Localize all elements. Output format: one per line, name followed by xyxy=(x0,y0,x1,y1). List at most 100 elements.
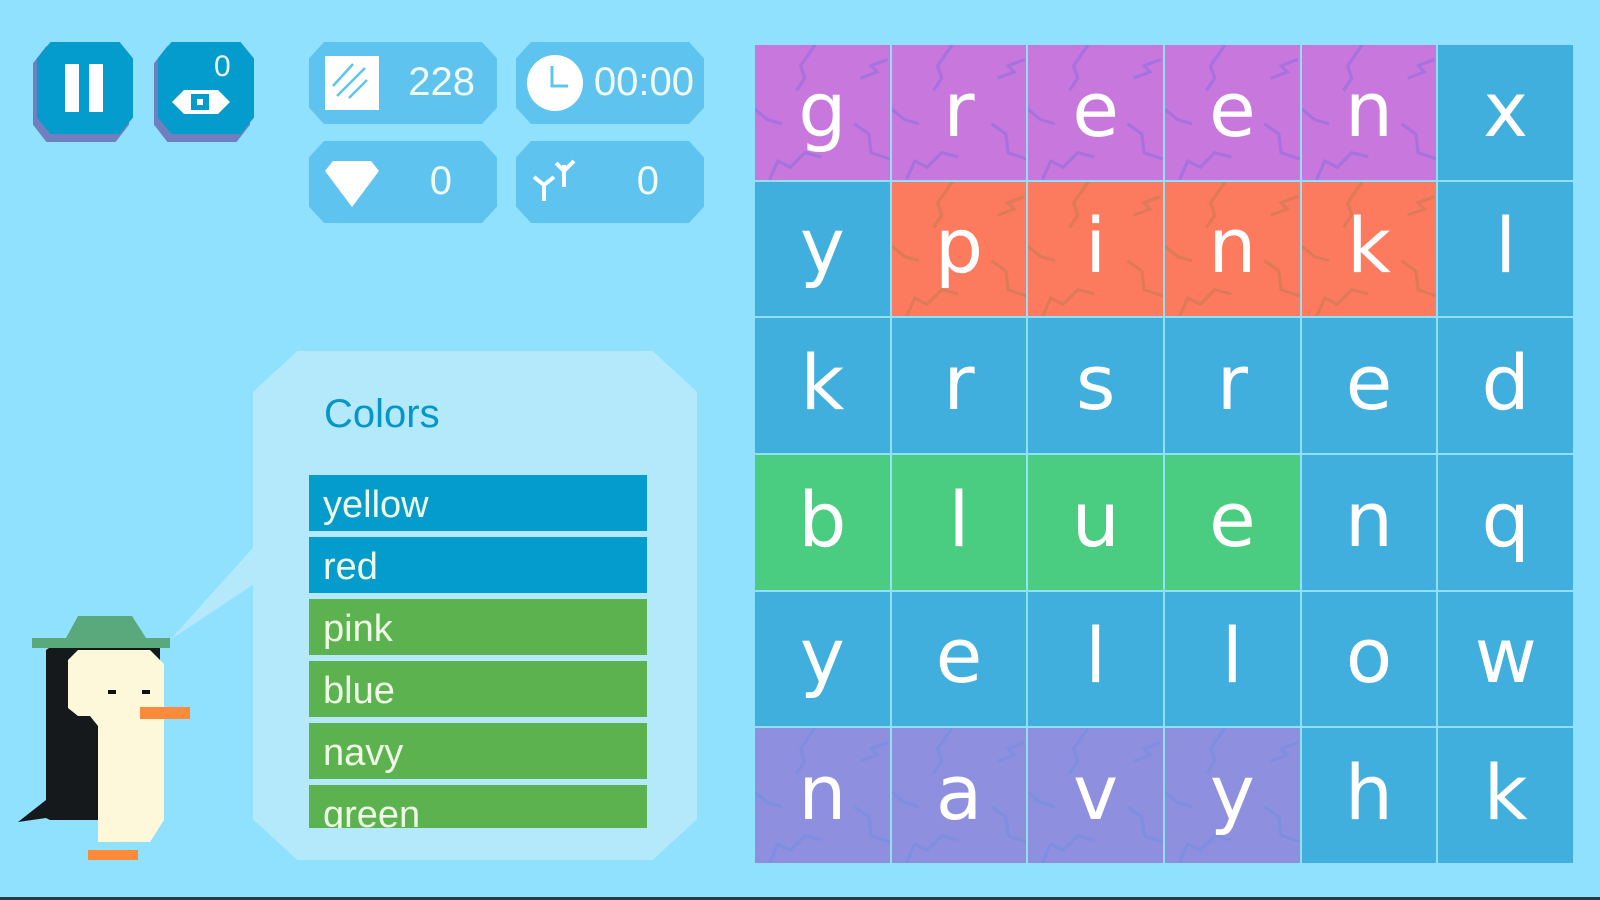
grid-cell-r3-c0[interactable]: b xyxy=(755,455,890,590)
cell-letter: e xyxy=(935,611,983,701)
cell-letter: a xyxy=(935,748,983,838)
grid-cell-r3-c4[interactable]: n xyxy=(1301,455,1437,590)
grid-cell-r3-c5[interactable]: q xyxy=(1438,455,1573,590)
cell-letter: y xyxy=(1209,748,1255,838)
cell-letter: r xyxy=(1216,338,1248,428)
grid-cell-r1-c2[interactable]: i xyxy=(1028,181,1163,317)
word-item-pink: pink xyxy=(309,599,647,655)
cell-letter: e xyxy=(1208,474,1256,564)
penguin-beak xyxy=(140,707,190,719)
grid-cell-r5-c4[interactable]: h xyxy=(1301,728,1437,863)
cell-letter: v xyxy=(1073,748,1119,838)
cell-letter: u xyxy=(1071,474,1120,564)
grid-cell-r2-c2[interactable]: s xyxy=(1028,318,1163,453)
cell-letter: l xyxy=(948,474,970,564)
cell-letter: n xyxy=(1344,64,1394,154)
cell-letter: k xyxy=(800,338,845,428)
grid-cell-r4-c0[interactable]: y xyxy=(755,591,890,727)
cell-letter: q xyxy=(1481,474,1530,564)
grid-cell-r0-c3[interactable]: e xyxy=(1165,45,1300,180)
pause-button[interactable] xyxy=(33,42,133,142)
cell-letter: n xyxy=(798,748,847,838)
letter-grid[interactable]: g r e e nxy p i n klkrsredbluenqyellow n… xyxy=(755,45,1573,863)
cell-letter: r xyxy=(943,64,975,154)
grid-cell-r3-c3[interactable]: e xyxy=(1165,455,1300,590)
gems-value: 0 xyxy=(429,159,452,203)
grid-cell-r3-c2[interactable]: u xyxy=(1028,455,1163,590)
grid-cell-r1-c5[interactable]: l xyxy=(1438,181,1573,317)
cell-letter: x xyxy=(1483,64,1529,154)
gems-panel: 0 xyxy=(309,141,497,223)
grid-cell-r0-c2[interactable]: e xyxy=(1028,45,1163,180)
hint-count: 0 xyxy=(214,50,231,83)
timer-panel: 00:00 xyxy=(516,42,704,124)
grid-cell-r3-c1[interactable]: l xyxy=(891,455,1027,590)
eye-icon xyxy=(172,90,230,114)
cell-letter: e xyxy=(1345,338,1393,428)
grid-cell-r2-c5[interactable]: d xyxy=(1438,318,1573,453)
grid-cell-r2-c3[interactable]: r xyxy=(1165,318,1300,453)
cell-letter: r xyxy=(943,338,975,428)
grid-cell-r1-c0[interactable]: y xyxy=(755,181,890,317)
cell-letter: o xyxy=(1345,611,1393,701)
cell-letter: k xyxy=(1346,201,1391,291)
score-value: 228 xyxy=(408,60,475,104)
cell-letter: l xyxy=(1221,611,1243,701)
word-list[interactable]: yellow red pink blue navy green xyxy=(309,475,647,828)
grid-cell-r1-c1[interactable]: p xyxy=(891,181,1027,317)
grid-cell-r0-c4[interactable]: n xyxy=(1301,45,1437,180)
cell-letter: n xyxy=(1208,201,1257,291)
hint-button-face: 0 xyxy=(158,42,254,134)
hint-button[interactable]: 0 xyxy=(154,42,254,142)
grid-cell-r0-c1[interactable]: r xyxy=(891,45,1027,180)
score-panel: 228 xyxy=(309,42,497,124)
grid-cell-r1-c3[interactable]: n xyxy=(1165,181,1300,317)
cell-letter: k xyxy=(1483,748,1528,838)
word-item-blue: blue xyxy=(309,661,647,717)
word-item-red: red xyxy=(309,537,647,593)
cell-letter: h xyxy=(1344,748,1394,838)
cell-letter: y xyxy=(799,611,845,701)
cell-letter: p xyxy=(934,201,984,291)
grid-cell-r5-c5[interactable]: k xyxy=(1438,728,1573,863)
grid-cell-r5-c3[interactable]: y xyxy=(1165,728,1300,863)
word-item-green: green xyxy=(309,785,647,828)
grid-cell-r4-c5[interactable]: w xyxy=(1438,591,1573,727)
grid-cell-r4-c1[interactable]: e xyxy=(891,591,1027,727)
word-item-navy: navy xyxy=(309,723,647,779)
grid-cell-r0-c0[interactable]: g xyxy=(755,45,890,180)
cell-letter: s xyxy=(1075,338,1116,428)
grid-cell-r5-c0[interactable]: n xyxy=(755,728,890,863)
grid-cell-r0-c5[interactable]: x xyxy=(1438,45,1573,180)
branches-value: 0 xyxy=(636,159,659,203)
cell-letter: d xyxy=(1481,338,1530,428)
grid-cell-r5-c2[interactable]: v xyxy=(1028,728,1163,863)
grid-cell-r4-c2[interactable]: l xyxy=(1028,591,1163,727)
branch-icon xyxy=(532,159,576,201)
pause-button-face xyxy=(37,42,133,134)
penguin-mascot xyxy=(18,616,190,860)
diamond-icon xyxy=(325,161,379,207)
cell-letter: g xyxy=(798,64,847,154)
cell-letter: e xyxy=(1072,64,1120,154)
word-item-yellow: yellow xyxy=(309,475,647,531)
grid-cell-r4-c4[interactable]: o xyxy=(1301,591,1437,727)
penguin-eye-left xyxy=(108,690,116,694)
cell-letter: w xyxy=(1474,611,1537,701)
timer-value: 00:00 xyxy=(593,60,694,104)
cell-letter: y xyxy=(799,201,845,291)
grid-cell-r2-c0[interactable]: k xyxy=(755,318,890,453)
cell-letter: b xyxy=(798,474,847,564)
cell-letter: l xyxy=(1495,201,1517,291)
penguin-hat xyxy=(32,616,170,648)
grid-cell-r2-c1[interactable]: r xyxy=(891,318,1027,453)
grid-cell-r1-c4[interactable]: k xyxy=(1301,181,1437,317)
cell-letter: e xyxy=(1208,64,1256,154)
grid-cell-r5-c1[interactable]: a xyxy=(891,728,1027,863)
penguin-eye-right xyxy=(142,690,150,694)
glass-icon xyxy=(325,56,379,110)
grid-cell-r2-c4[interactable]: e xyxy=(1301,318,1437,453)
grid-cell-r4-c3[interactable]: l xyxy=(1165,591,1300,727)
cell-letter: n xyxy=(1344,474,1394,564)
cell-letter: i xyxy=(1085,201,1107,291)
